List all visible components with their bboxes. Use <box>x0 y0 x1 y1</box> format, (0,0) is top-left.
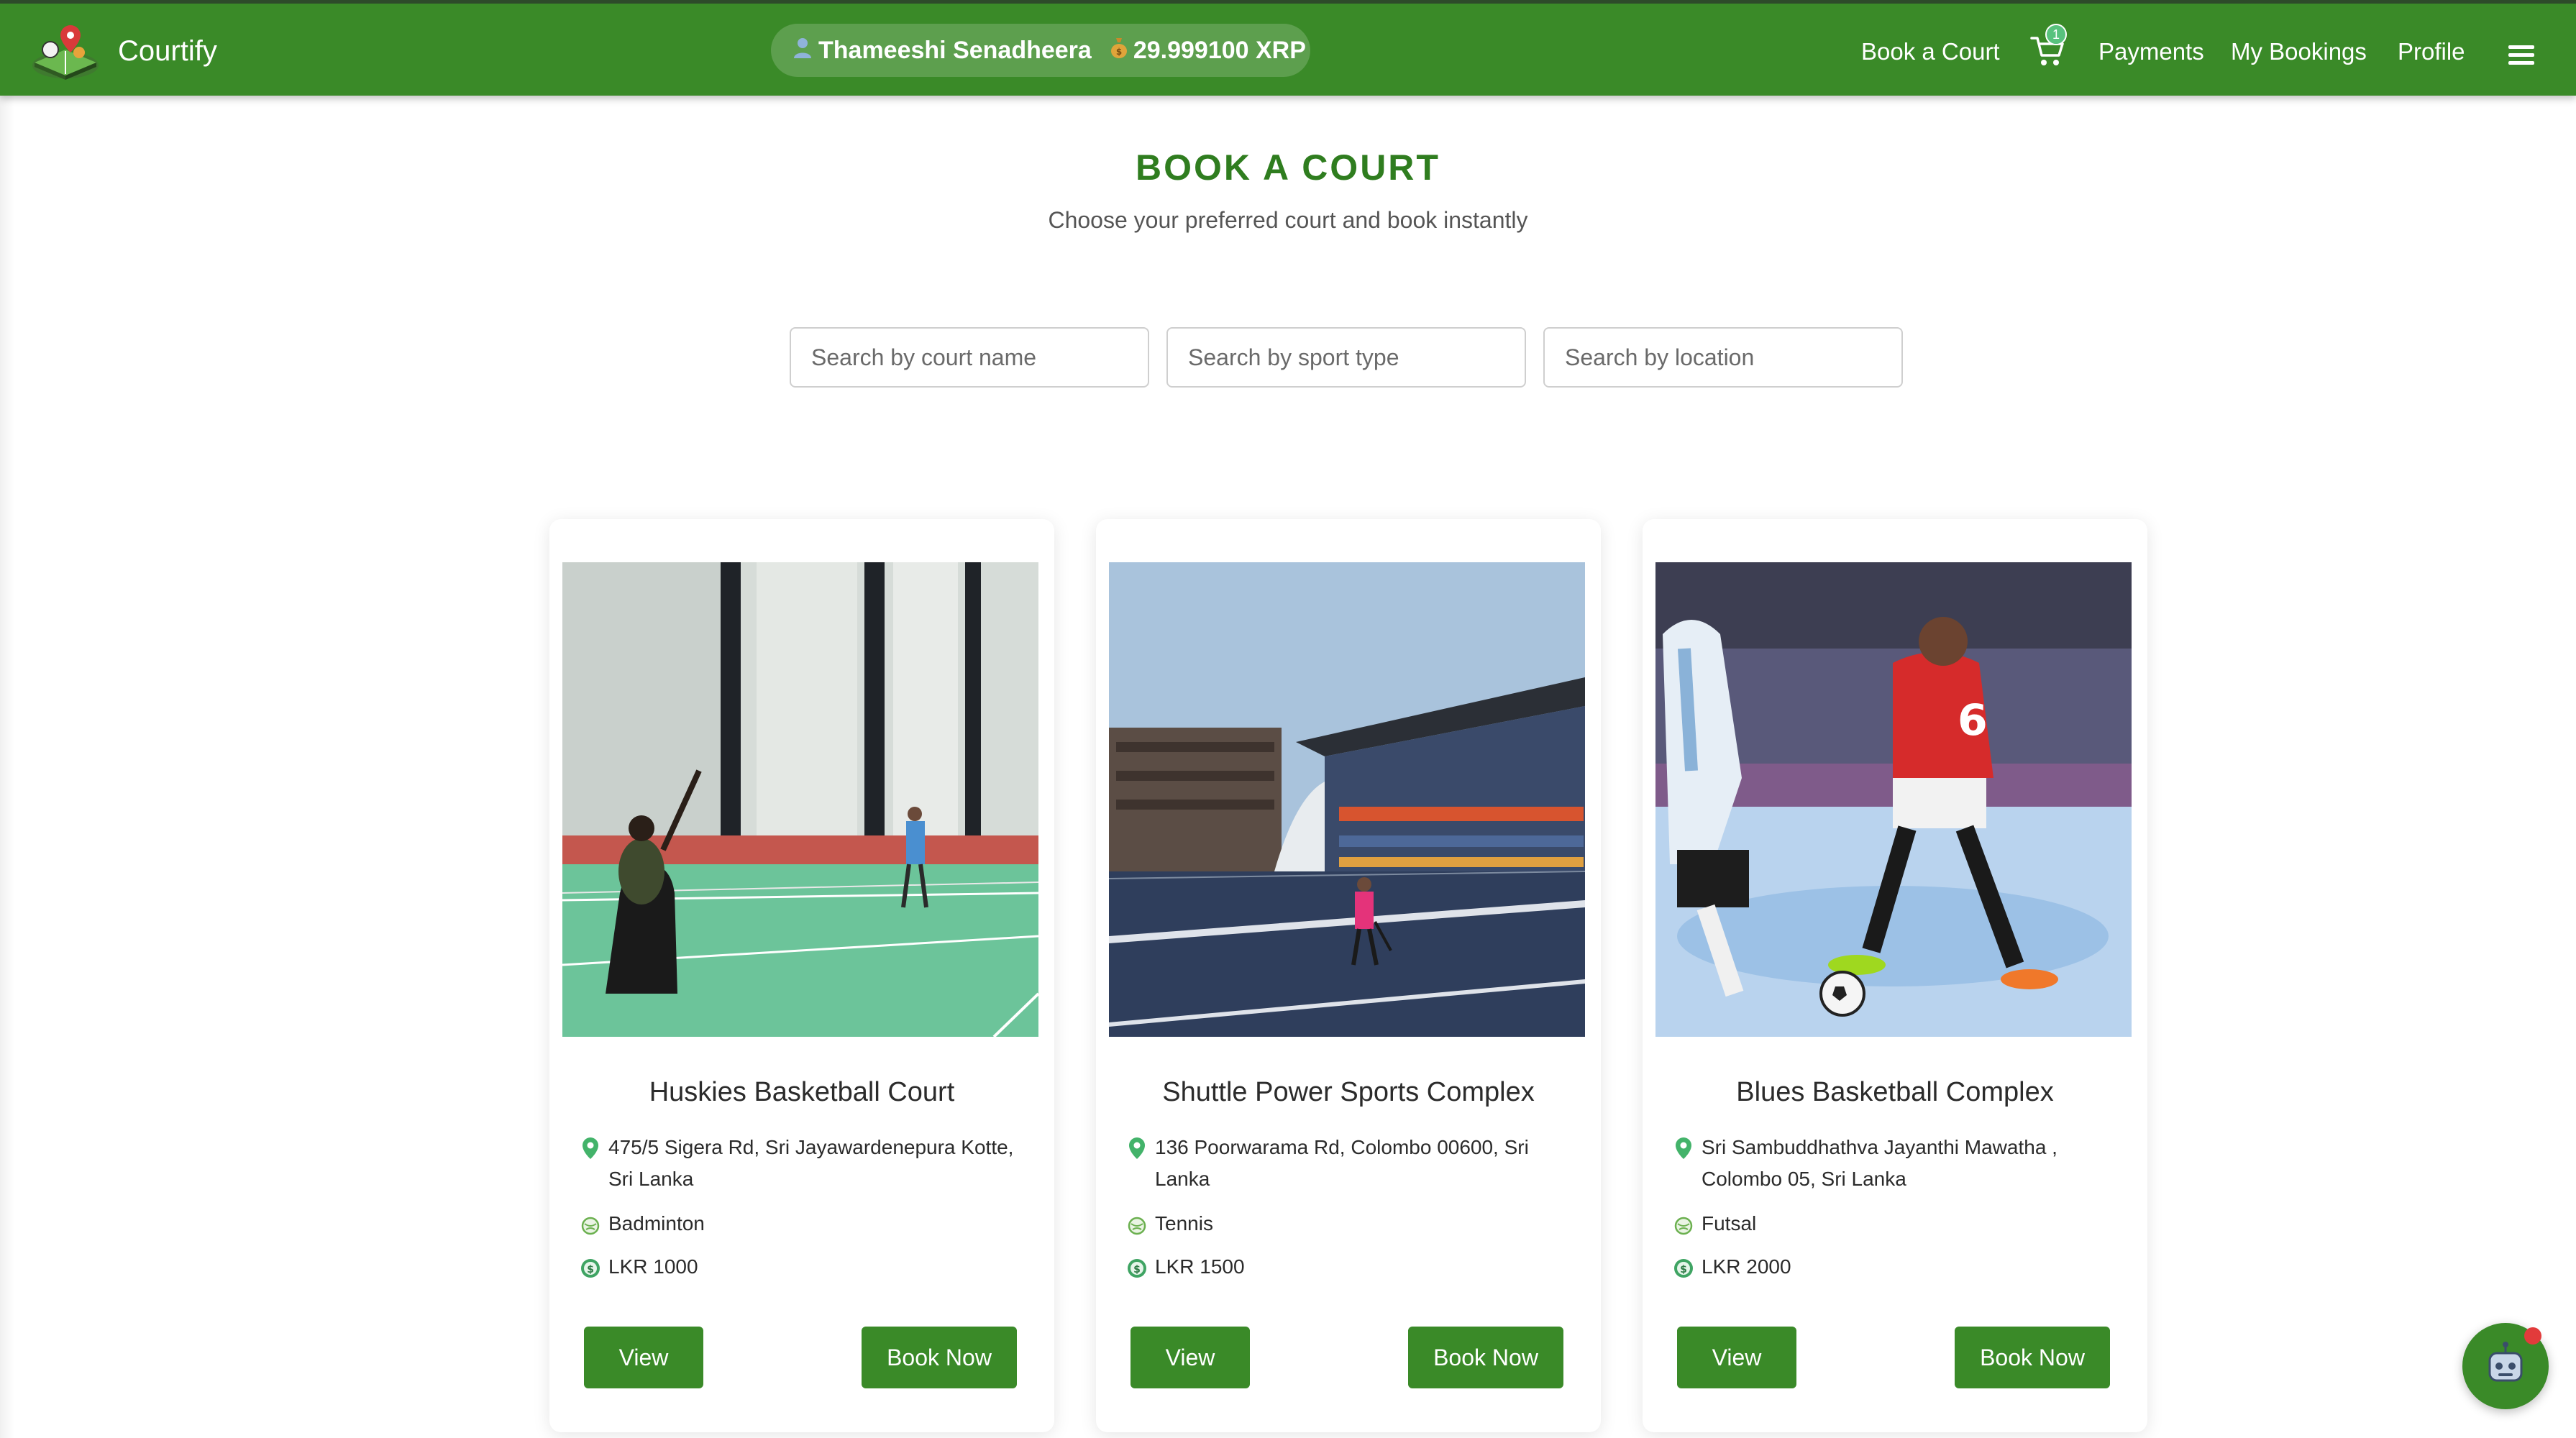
search-sport-type-input[interactable] <box>1166 327 1526 388</box>
court-sport-row: Tennis <box>1125 1208 1585 1240</box>
sport-ball-icon <box>1671 1212 1696 1237</box>
court-address-row: Sri Sambuddhathva Jayanthi Mawatha , Col… <box>1671 1132 2132 1195</box>
court-price-row: $ LKR 2000 <box>1671 1251 2132 1283</box>
court-sport-row: Futsal <box>1671 1208 2132 1240</box>
money-bag-icon: $ <box>1110 37 1128 64</box>
svg-text:$: $ <box>1133 1264 1141 1276</box>
search-location-input[interactable] <box>1543 327 1903 388</box>
hamburger-icon[interactable] <box>2508 45 2534 67</box>
court-price: LKR 1000 <box>608 1255 698 1278</box>
view-button[interactable]: View <box>1131 1327 1250 1388</box>
court-price: LKR 1500 <box>1155 1255 1245 1278</box>
court-image: 6 <box>1655 562 2132 1037</box>
user-name: Thameeshi Senadheera <box>818 36 1092 64</box>
svg-text:$: $ <box>1116 47 1122 57</box>
view-button[interactable]: View <box>584 1327 703 1388</box>
court-name[interactable]: Blues Basketball Complex <box>1643 1077 2147 1108</box>
court-price: LKR 2000 <box>1702 1255 1791 1278</box>
brand-name[interactable]: Courtify <box>118 35 217 68</box>
cart-count-badge: 1 <box>2045 24 2067 45</box>
nav-my-bookings[interactable]: My Bookings <box>2231 38 2367 65</box>
court-name[interactable]: Huskies Basketball Court <box>549 1077 1054 1108</box>
user-icon <box>793 37 813 64</box>
court-address-row: 136 Poorwarama Rd, Colombo 00600, Sri La… <box>1125 1132 1585 1195</box>
price-coin-icon: $ <box>1671 1255 1696 1280</box>
location-pin-icon <box>578 1136 603 1160</box>
svg-text:$: $ <box>1680 1264 1687 1276</box>
court-image <box>1109 562 1585 1037</box>
court-card: Huskies Basketball Court 475/5 Sigera Rd… <box>549 519 1054 1432</box>
view-button[interactable]: View <box>1677 1327 1796 1388</box>
court-sport-row: Badminton <box>578 1208 1038 1240</box>
user-wallet-pill: Thameeshi Senadheera $ 29.999100 XRP <box>771 24 1310 77</box>
top-navbar: Courtify Thameeshi Senadheera $ 29.99910… <box>0 0 2576 96</box>
court-sport: Badminton <box>608 1212 705 1235</box>
svg-text:6: 6 <box>1958 695 1988 746</box>
court-image <box>562 562 1038 1037</box>
court-sport: Tennis <box>1155 1212 1213 1235</box>
page-title: BOOK A COURT <box>1136 147 1440 188</box>
svg-text:$: $ <box>587 1264 594 1276</box>
location-pin-icon <box>1671 1136 1696 1160</box>
court-card: 6 Blues Basketball Complex Sri Sambuddha… <box>1643 519 2147 1432</box>
court-name[interactable]: Shuttle Power Sports Complex <box>1096 1077 1601 1108</box>
nav-profile[interactable]: Profile <box>2398 38 2465 65</box>
court-price-row: $ LKR 1000 <box>578 1251 1038 1283</box>
court-address: Sri Sambuddhathva Jayanthi Mawatha , Col… <box>1702 1136 2057 1190</box>
price-coin-icon: $ <box>1125 1255 1149 1280</box>
book-now-button[interactable]: Book Now <box>1955 1327 2110 1388</box>
book-now-button[interactable]: Book Now <box>862 1327 1017 1388</box>
location-pin-icon <box>1125 1136 1149 1160</box>
court-address-row: 475/5 Sigera Rd, Sri Jayawardenepura Kot… <box>578 1132 1038 1195</box>
chat-notification-dot <box>2524 1327 2541 1345</box>
courtify-logo[interactable] <box>29 21 102 83</box>
book-now-button[interactable]: Book Now <box>1408 1327 1563 1388</box>
court-card: Shuttle Power Sports Complex 136 Poorwar… <box>1096 519 1601 1432</box>
nav-payments[interactable]: Payments <box>2098 38 2204 65</box>
sport-ball-icon <box>578 1212 603 1237</box>
court-address: 136 Poorwarama Rd, Colombo 00600, Sri La… <box>1155 1136 1529 1190</box>
page-subtitle: Choose your preferred court and book ins… <box>1048 207 1528 233</box>
court-address: 475/5 Sigera Rd, Sri Jayawardenepura Kot… <box>608 1136 1014 1190</box>
court-price-row: $ LKR 1500 <box>1125 1251 1585 1283</box>
page-edge-shadow <box>0 96 14 1438</box>
nav-book-court[interactable]: Book a Court <box>1861 38 2000 65</box>
price-coin-icon: $ <box>578 1255 603 1280</box>
court-sport: Futsal <box>1702 1212 1757 1235</box>
sport-ball-icon <box>1125 1212 1149 1237</box>
search-court-name-input[interactable] <box>790 327 1149 388</box>
wallet-balance: 29.999100 XRP <box>1133 36 1306 64</box>
